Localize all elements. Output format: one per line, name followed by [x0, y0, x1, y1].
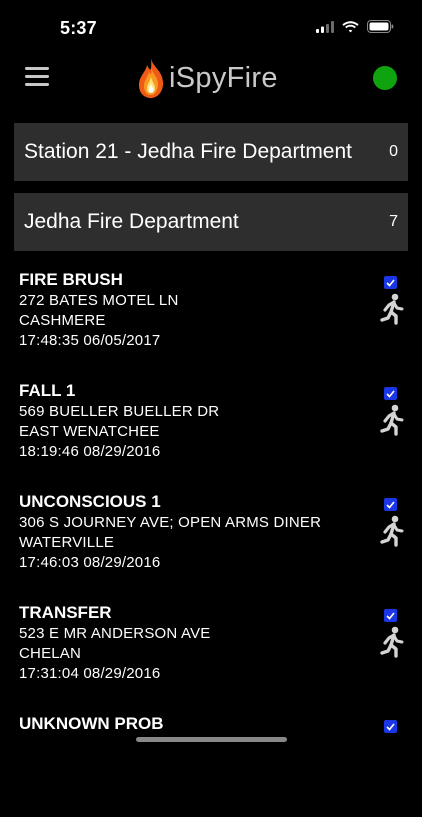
wifi-icon: [342, 20, 359, 32]
incident-datetime: 17:48:35 06/05/2017: [19, 332, 161, 349]
checkbox-checked-icon[interactable]: [384, 720, 397, 733]
incident-item[interactable]: TRANSFER 523 E MR ANDERSON AVE CHELAN 17…: [0, 595, 422, 706]
incident-address: 523 E MR ANDERSON AVE: [19, 625, 211, 642]
checkbox-checked-icon[interactable]: [384, 276, 397, 289]
checkbox-checked-icon[interactable]: [384, 387, 397, 400]
nav-bar: iSpyFire: [0, 54, 422, 100]
connection-status-indicator[interactable]: [373, 66, 397, 90]
runner-icon[interactable]: [379, 404, 405, 436]
incident-city: WATERVILLE: [19, 534, 115, 551]
incident-datetime: 18:19:46 08/29/2016: [19, 443, 161, 460]
status-time: 5:37: [60, 18, 97, 38]
department-count: 7: [389, 213, 398, 230]
department-name: Station 21 - Jedha Fire Department: [24, 140, 353, 163]
incident-title: TRANSFER: [19, 603, 112, 622]
incident-item[interactable]: UNCONSCIOUS 1 306 S JOURNEY AVE; OPEN AR…: [0, 484, 422, 595]
battery-icon: [367, 20, 394, 33]
home-indicator: [136, 737, 287, 742]
department-row[interactable]: Jedha Fire Department 7: [14, 193, 408, 251]
app-logo: iSpyFire: [137, 56, 278, 100]
incident-title: UNKNOWN PROB: [19, 714, 164, 733]
department-name: Jedha Fire Department: [24, 210, 239, 233]
incident-datetime: 17:46:03 08/29/2016: [19, 554, 161, 571]
status-icons: [316, 20, 394, 33]
incident-item[interactable]: FIRE BRUSH 272 BATES MOTEL LN CASHMERE 1…: [0, 262, 422, 373]
incident-address: 569 BUELLER BUELLER DR: [19, 403, 220, 420]
app-title: iSpyFire: [169, 61, 278, 94]
incident-datetime: 17:31:04 08/29/2016: [19, 665, 161, 682]
status-bar: 5:37: [0, 0, 422, 56]
incident-city: CHELAN: [19, 645, 82, 662]
runner-icon[interactable]: [379, 626, 405, 658]
incident-list: FIRE BRUSH 272 BATES MOTEL LN CASHMERE 1…: [0, 262, 422, 817]
incident-city: CASHMERE: [19, 312, 106, 329]
incident-title: FIRE BRUSH: [19, 270, 123, 289]
incident-item[interactable]: FALL 1 569 BUELLER BUELLER DR EAST WENAT…: [0, 373, 422, 484]
runner-icon[interactable]: [379, 293, 405, 325]
department-count: 0: [389, 143, 398, 160]
signal-icon: [316, 20, 334, 33]
runner-icon[interactable]: [379, 515, 405, 547]
incident-city: EAST WENATCHEE: [19, 423, 160, 440]
incident-item[interactable]: UNKNOWN PROB: [0, 706, 422, 817]
department-row[interactable]: Station 21 - Jedha Fire Department 0: [14, 123, 408, 181]
checkbox-checked-icon[interactable]: [384, 609, 397, 622]
incident-address: 306 S JOURNEY AVE; OPEN ARMS DINER: [19, 514, 322, 531]
hamburger-menu-icon[interactable]: [25, 67, 49, 87]
flame-icon: [139, 58, 164, 98]
incident-address: 272 BATES MOTEL LN: [19, 292, 179, 309]
incident-title: FALL 1: [19, 381, 76, 400]
incident-title: UNCONSCIOUS 1: [19, 492, 161, 511]
checkbox-checked-icon[interactable]: [384, 498, 397, 511]
